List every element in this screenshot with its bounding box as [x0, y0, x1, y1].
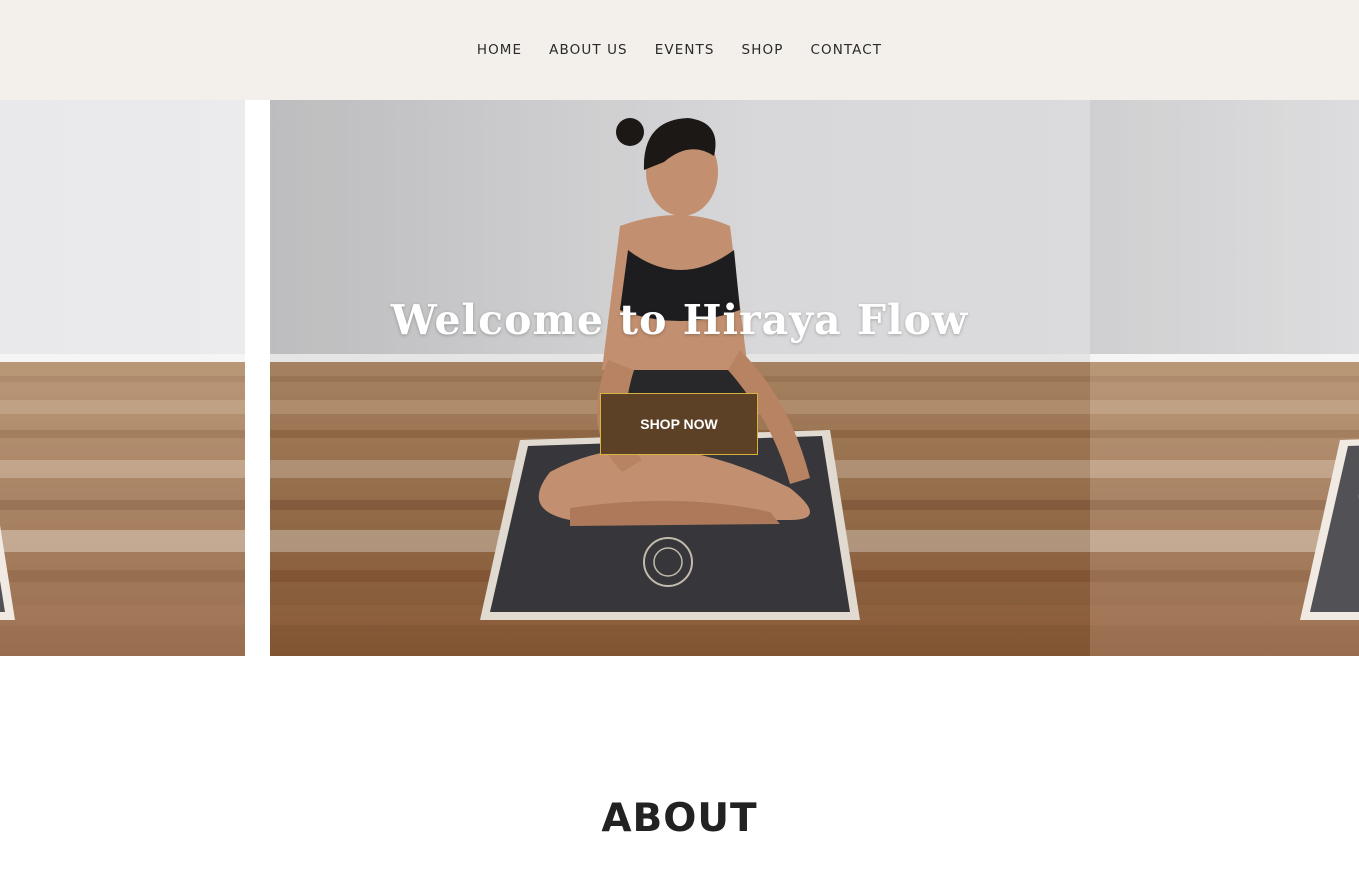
nav-home[interactable]: HOME: [477, 42, 522, 58]
hero-title: Welcome to Hiraya Flow: [390, 296, 969, 344]
nav-contact[interactable]: CONTACT: [810, 42, 882, 58]
nav-events[interactable]: EVENTS: [655, 42, 715, 58]
yoga-scene-illustration: [1090, 100, 1359, 656]
nav-shop[interactable]: SHOP: [742, 42, 784, 58]
top-navigation: HOME ABOUT US EVENTS SHOP CONTACT: [0, 0, 1359, 100]
shop-now-button[interactable]: SHOP NOW: [600, 393, 758, 455]
nav-about-us[interactable]: ABOUT US: [549, 42, 628, 58]
nav-menu: HOME ABOUT US EVENTS SHOP CONTACT: [0, 42, 1359, 58]
yoga-scene-illustration: [0, 100, 245, 656]
hero-section: Welcome to Hiraya Flow SHOP NOW: [0, 100, 1359, 656]
hero-slide-next: [1090, 100, 1359, 656]
hero-slide-previous: [0, 100, 270, 656]
about-heading: ABOUT: [601, 796, 758, 841]
hero-overlay: [270, 100, 1090, 656]
